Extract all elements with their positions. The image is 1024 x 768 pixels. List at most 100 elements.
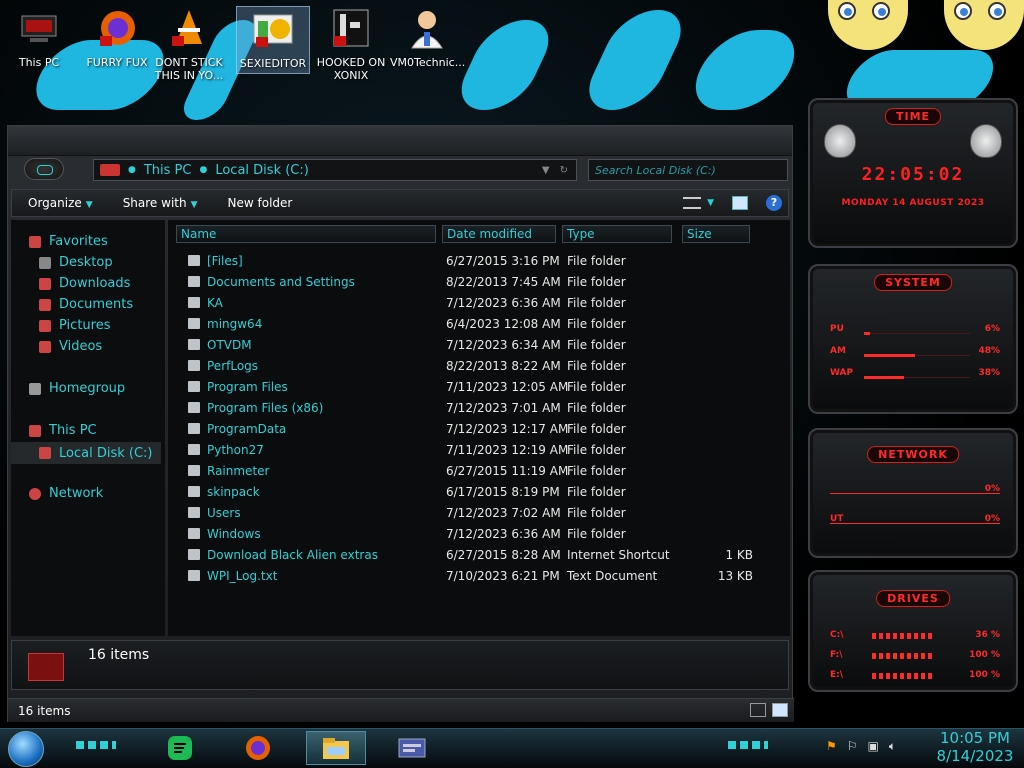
nav-homegroup[interactable]: Homegroup — [29, 381, 125, 396]
nav-downloads[interactable]: Downloads — [39, 276, 130, 291]
firefox-app-button[interactable] — [228, 731, 288, 765]
file-type: File folder — [567, 317, 626, 331]
desktop-icon-hooked-on-xonix[interactable]: HOOKED ON XONIX — [314, 6, 388, 82]
file-date: 8/22/2013 7:45 AM — [446, 275, 561, 289]
column-header-type[interactable]: Type — [562, 225, 672, 243]
file-date: 7/12/2023 6:36 AM — [446, 296, 561, 310]
table-row[interactable]: KA 7/12/2023 6:36 AM File folder — [168, 293, 790, 314]
desktop-icon-this-pc[interactable]: This PC — [2, 6, 76, 69]
network-tray-icon[interactable]: ▣ — [868, 739, 879, 754]
file-type: File folder — [567, 464, 626, 478]
nav-local-disk[interactable]: Local Disk (C:) — [11, 442, 161, 464]
stat-bar — [864, 332, 970, 335]
table-row[interactable]: Python27 7/11/2023 12:19 AM File folder — [168, 440, 790, 461]
start-button[interactable] — [8, 731, 44, 767]
breadcrumb-this-pc[interactable]: This PC — [144, 163, 192, 178]
window-app-icon — [398, 738, 426, 758]
file-explorer-window[interactable]: ● This PC ● Local Disk (C:) ▼ ↻ Search L… — [7, 125, 794, 722]
folder-icon — [188, 318, 200, 329]
file-type: File folder — [567, 485, 626, 499]
window-title-bar[interactable] — [8, 126, 792, 156]
details-view-icon[interactable] — [750, 703, 766, 717]
taskbar: ⚑ ⚐ ▣ 🔈︎ 10:05 PM 8/14/2023 — [0, 728, 1024, 768]
organize-button[interactable]: Organize ▼ — [28, 196, 93, 210]
nav-documents[interactable]: Documents — [39, 297, 133, 312]
table-row[interactable]: Download Black Alien extras 6/27/2015 8:2… — [168, 545, 790, 566]
stat-value: 48% — [978, 346, 1000, 356]
details-pane: 16 items — [11, 640, 789, 690]
action-center-flag-icon[interactable]: ⚐ — [847, 739, 858, 754]
drive-usage-bar — [872, 653, 932, 659]
table-row[interactable]: mingw64 6/4/2023 12:08 AM File folder — [168, 314, 790, 335]
status-bar: 16 items — [8, 698, 794, 722]
desktop-icon-label: FURRY FUX — [86, 56, 148, 69]
pc-icon — [100, 164, 120, 176]
table-row[interactable]: Windows 7/12/2023 6:36 AM File folder — [168, 524, 790, 545]
nav-videos[interactable]: Videos — [39, 339, 102, 354]
table-row[interactable]: WPI_Log.txt 7/10/2023 6:21 PM Text Documen… — [168, 566, 790, 587]
drive-value: 36 % — [975, 630, 1000, 640]
table-row[interactable]: skinpack 6/17/2015 8:19 PM File folder — [168, 482, 790, 503]
wallpaper-cartoon-face — [944, 0, 1024, 50]
drive-label: E:\ — [830, 670, 844, 680]
new-folder-button[interactable]: New folder — [228, 196, 293, 210]
column-header-size[interactable]: Size — [682, 225, 750, 243]
desktop-icon-furry-fux[interactable]: FURRY FUX — [80, 6, 154, 69]
table-row[interactable]: OTVDM 7/12/2023 6:34 AM File folder — [168, 335, 790, 356]
nav-this-pc[interactable]: This PC — [29, 423, 97, 438]
command-toolbar: Organize ▼ Share with ▼ New folder ▼ ? — [11, 189, 789, 217]
help-icon[interactable]: ? — [766, 195, 782, 211]
table-row[interactable]: Program Files (x86) 7/12/2023 7:01 AM File… — [168, 398, 790, 419]
desktop-icon-label: This PC — [18, 56, 60, 69]
drive-icon — [39, 447, 51, 459]
file-date: 6/27/2015 3:16 PM — [446, 254, 560, 268]
table-row[interactable]: Documents and Settings 8/22/2013 7:45 AM F… — [168, 272, 790, 293]
column-header-name[interactable]: Name — [176, 225, 436, 243]
table-row[interactable]: [Files] 6/27/2015 3:16 PM File folder — [168, 251, 790, 272]
nav-favorites[interactable]: Favorites — [29, 234, 108, 249]
file-type: File folder — [567, 443, 626, 457]
file-type: File folder — [567, 338, 626, 352]
file-size: 13 KB — [717, 569, 753, 583]
search-input[interactable]: Search Local Disk (C:) — [588, 159, 788, 181]
spotify-app-button[interactable] — [150, 731, 210, 765]
share-with-button[interactable]: Share with ▼ — [123, 196, 198, 210]
folder-icon — [188, 381, 200, 392]
file-name: KA — [207, 296, 223, 310]
table-row[interactable]: PerfLogs 8/22/2013 8:22 AM File folder — [168, 356, 790, 377]
other-app-button[interactable] — [382, 731, 442, 765]
file-explorer-app-button[interactable] — [306, 731, 366, 765]
table-row[interactable]: Rainmeter 6/27/2015 11:19 AM File folder — [168, 461, 790, 482]
table-row[interactable]: ProgramData 7/12/2023 12:17 AM File folder — [168, 419, 790, 440]
shortcut-icon — [188, 549, 200, 560]
chevron-down-icon[interactable]: ▼ — [707, 198, 714, 208]
doctor-avatar-icon — [404, 6, 450, 52]
volume-icon[interactable]: 🔈︎ — [889, 739, 896, 754]
preview-pane-icon[interactable] — [732, 196, 748, 210]
desktop-icon-sexieditor[interactable]: SEXIEDITOR — [236, 6, 310, 74]
large-icons-view-icon[interactable] — [772, 703, 788, 717]
file-name: Download Black Alien extras — [207, 548, 378, 562]
file-type: File folder — [567, 401, 626, 415]
file-list: Name Date modified Type Size [Files] 6/27… — [168, 220, 790, 636]
folder-icon — [188, 486, 200, 497]
column-header-date[interactable]: Date modified — [442, 225, 556, 243]
table-row[interactable]: Users 7/12/2023 7:02 AM File folder — [168, 503, 790, 524]
address-bar[interactable]: ● This PC ● Local Disk (C:) ▼ ↻ — [93, 159, 577, 181]
breadcrumb-local-disk[interactable]: Local Disk (C:) — [215, 163, 308, 178]
nav-desktop[interactable]: Desktop — [39, 255, 113, 270]
desktop-icon-vm0technic[interactable]: VM0Technic... — [390, 6, 465, 69]
taskbar-clock[interactable]: 10:05 PM 8/14/2023 — [932, 729, 1018, 765]
nav-pictures[interactable]: Pictures — [39, 318, 110, 333]
desktop-icon-dont-stick[interactable]: DONT STICK THIS IN YO... — [152, 6, 226, 82]
address-dropdown-icon[interactable]: ▼ — [542, 165, 550, 176]
nav-network[interactable]: Network — [29, 486, 103, 501]
table-row[interactable]: Program Files 7/11/2023 12:05 AM File fold… — [168, 377, 790, 398]
firefox-icon — [246, 736, 270, 760]
back-forward-button[interactable] — [24, 158, 64, 180]
picture-icon — [39, 319, 51, 332]
view-options-icon[interactable] — [683, 197, 702, 209]
refresh-icon[interactable]: ↻ — [560, 165, 568, 176]
notification-flag-icon[interactable]: ⚑ — [826, 739, 837, 754]
file-type: File folder — [567, 422, 626, 436]
